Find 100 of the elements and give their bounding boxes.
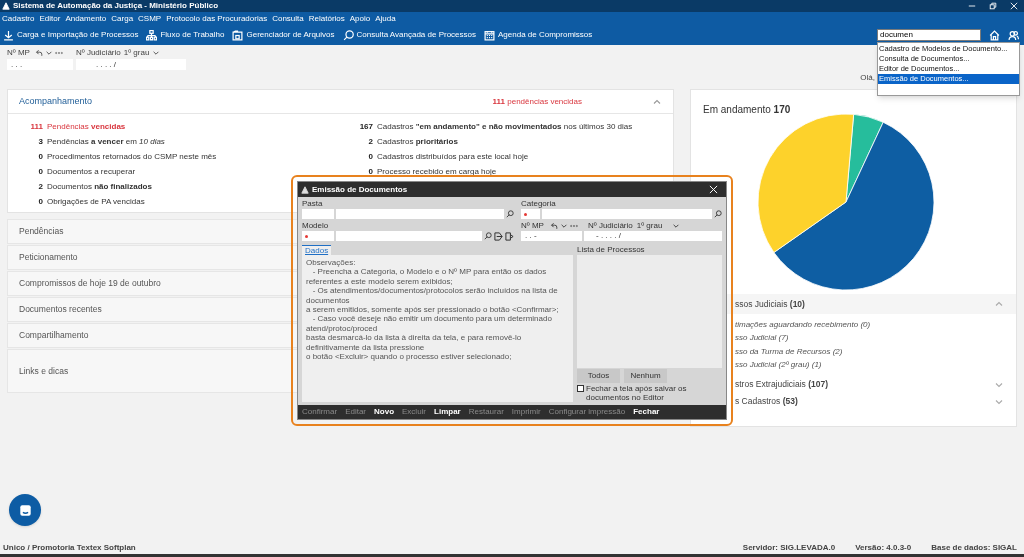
status-text: Servidor: SIG.LEVADA.0	[742, 542, 836, 554]
restore-icon[interactable]	[989, 2, 997, 10]
note-line: referentes a este modelo serem exibidos;	[306, 276, 454, 287]
text-field[interactable]	[542, 209, 712, 219]
quick-search-field[interactable]: documen	[877, 29, 981, 41]
list-button[interactable]: Nenhum	[624, 369, 667, 383]
note-line: a serem emitidos, somente após ser pressionado o botão <Confirmar>;	[306, 305, 560, 315]
mp-number-field[interactable]: . . -	[521, 231, 582, 241]
card-title: Em andamento 170	[703, 104, 791, 115]
follow-up-item: Cadastros distribuídos para este local hoje	[377, 150, 529, 163]
menu-item[interactable]: Editor	[39, 13, 61, 24]
group-header: s Cadastros (53)	[735, 395, 798, 408]
undo-icon[interactable]	[550, 222, 558, 230]
count: 167	[358, 120, 373, 133]
search-icon[interactable]	[484, 232, 492, 240]
count: 0	[37, 165, 43, 178]
greeting: Olá,	[860, 72, 875, 84]
code-field[interactable]	[302, 231, 334, 241]
status-text: Base de dados: SIGAL	[931, 542, 1017, 554]
toolbar-button[interactable]: Consulta Avançada de Processos	[342, 29, 476, 41]
follow-up-item: Procedimentos retornados do CSMP neste mês	[47, 150, 217, 163]
field-label: Modelo	[302, 221, 330, 231]
chat-icon	[18, 503, 32, 517]
field-label: Nº MP	[521, 220, 545, 232]
follow-up-item: Cadastros prioritários	[377, 135, 458, 148]
field-label: Categoria	[521, 199, 557, 209]
field-label: Nº Judiciário	[76, 47, 121, 59]
window-title: Sistema de Automação da Justiça - Ministério Público	[13, 1, 219, 11]
chevron-down-icon[interactable]	[560, 222, 568, 230]
org-chart-icon	[146, 29, 158, 41]
judicial-number-field[interactable]: - . . . . /	[584, 231, 722, 241]
list-button[interactable]: Todos	[577, 369, 620, 383]
checkbox-label: Fechar a tela após salvar os documentos no Editor	[586, 384, 688, 402]
toolbar-button[interactable]: Agenda de Compromissos	[484, 29, 593, 41]
action-button[interactable]: Limpar	[434, 406, 461, 418]
code-field[interactable]	[521, 209, 540, 219]
home-icon[interactable]	[989, 29, 1000, 41]
toolbar-button[interactable]: Fluxo de Trabalho	[146, 29, 225, 41]
status-text: Versão: 4.0.3-0	[855, 542, 912, 554]
toolbar-button[interactable]: Carga e Importação de Processos	[3, 29, 139, 41]
toolbar-button[interactable]: Gerenciador de Arquivos	[232, 29, 335, 41]
field-label: Pasta	[302, 199, 324, 209]
group-header: stros Extrajudiciais (107)	[735, 378, 829, 391]
count: 0	[367, 150, 373, 163]
document-arrow-icon[interactable]	[494, 231, 503, 241]
follow-up-item: Documentos a recuperar	[47, 165, 136, 178]
count: 2	[367, 135, 373, 148]
menu-item[interactable]: Andamento	[65, 13, 107, 24]
action-button[interactable]: Fechar	[633, 406, 660, 418]
count: 2	[37, 180, 43, 193]
calendar-icon	[484, 29, 495, 41]
count: 0	[37, 195, 43, 208]
mp-number-field[interactable]: . . .	[7, 59, 73, 70]
status-text: Unico / Promotoria Textex Softplan	[3, 542, 136, 554]
more-icon[interactable]	[54, 49, 63, 57]
close-icon[interactable]	[1010, 2, 1018, 10]
chevron-down-icon[interactable]	[672, 222, 681, 230]
app-icon	[301, 185, 309, 194]
follow-up-item: Obrigações de PA vencidas	[47, 195, 145, 208]
card-title: Acompanhamento	[19, 94, 93, 108]
search-icon[interactable]	[506, 210, 514, 218]
undo-icon[interactable]	[34, 49, 43, 57]
instance-selector[interactable]: 1º grau	[123, 47, 150, 59]
app-icon	[2, 2, 10, 10]
code-field[interactable]	[302, 209, 334, 219]
search-icon[interactable]	[714, 210, 722, 218]
menu-item[interactable]: Ajuda	[375, 13, 396, 24]
follow-up-item: Cadastros "em andamento" e não movimentados nos últimos 30 dias	[377, 120, 633, 133]
text-field[interactable]	[336, 231, 482, 241]
menu-item[interactable]: Cadastro	[2, 13, 35, 24]
action-button[interactable]: Novo	[374, 406, 395, 418]
menu-item[interactable]: Consulta	[272, 13, 304, 24]
minimize-icon[interactable]	[968, 2, 976, 10]
menu-item[interactable]: Protocolo das Procuradorias	[166, 13, 268, 24]
text-field[interactable]	[336, 209, 504, 219]
chat-button[interactable]	[9, 494, 41, 526]
menu-item[interactable]: Carga	[111, 13, 134, 24]
count: 0	[367, 165, 373, 178]
users-icon[interactable]	[1008, 29, 1019, 41]
count: 111	[29, 120, 43, 133]
chevron-down-icon[interactable]	[44, 49, 53, 57]
note-line: Observações:	[306, 258, 357, 268]
follow-up-item: Pendências vencidas	[47, 120, 126, 133]
menu-item[interactable]: Relatórios	[308, 13, 345, 24]
checkbox[interactable]	[577, 385, 584, 392]
follow-up-item: Pendências a vencer em 10 dias	[47, 135, 165, 148]
count: 0	[37, 150, 43, 163]
count: 3	[37, 135, 43, 148]
follow-up-item: Processo recebido em carga hoje	[377, 165, 497, 178]
download-icon	[3, 29, 14, 41]
note-line: o botão <Excluir> quando o processo estiver selecionado;	[306, 352, 513, 362]
group-header: ssos Judiciais (10)	[735, 297, 805, 311]
close-icon[interactable]	[709, 185, 718, 194]
judicial-number-field[interactable]: . . . . /	[76, 59, 186, 70]
instance-selector[interactable]: 1º grau	[636, 220, 663, 232]
search-icon	[342, 29, 354, 41]
more-icon[interactable]	[570, 222, 578, 230]
chevron-down-icon[interactable]	[152, 49, 161, 57]
menu-item[interactable]: CSMP	[138, 13, 162, 24]
menu-item[interactable]: Apoio	[349, 13, 371, 24]
